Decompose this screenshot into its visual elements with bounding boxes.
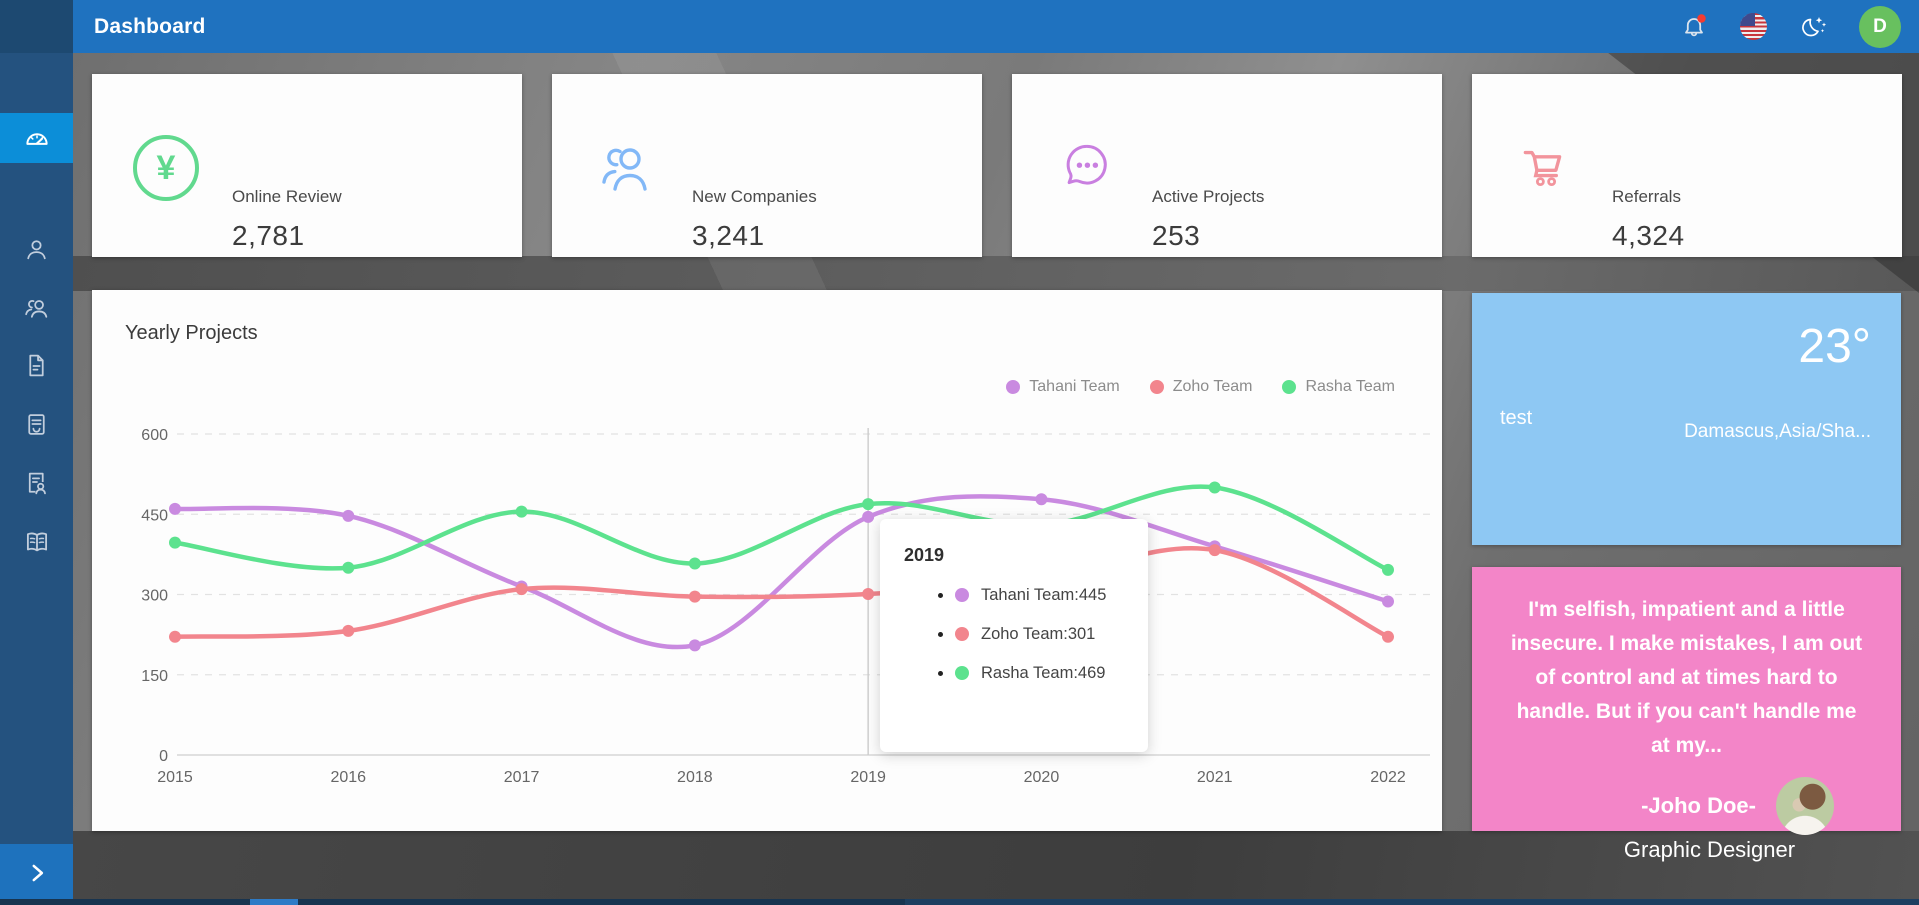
quote-text: I'm selfish, impatient and a little inse…: [1510, 593, 1863, 763]
users-icon: [22, 293, 51, 322]
chart-tooltip: 2019 Tahani Team:445 Zoho Team:301 Rasha…: [880, 519, 1148, 752]
sidebar-item-team[interactable]: [0, 282, 73, 332]
svg-text:2020: 2020: [1024, 769, 1060, 786]
bullet-icon: [938, 671, 943, 676]
tooltip-row: Tahani Team:445: [938, 584, 1124, 606]
legend-dot: [1150, 380, 1164, 394]
bullet-icon: [938, 632, 943, 637]
chevron-right-icon: [24, 860, 50, 886]
page-title: Dashboard: [94, 15, 206, 39]
svg-text:2019: 2019: [850, 769, 886, 786]
user-avatar[interactable]: D: [1859, 6, 1901, 48]
user-icon: [22, 235, 51, 264]
sidebar-item-cards[interactable]: [0, 399, 73, 449]
book-icon: [22, 527, 52, 557]
sidebar-expand-button[interactable]: [0, 844, 73, 901]
tooltip-year: 2019: [904, 545, 1124, 566]
legend-dot: [1006, 380, 1020, 394]
legend-item-rasha[interactable]: Rasha Team: [1282, 378, 1395, 396]
dashboard-gauge-icon: [22, 123, 52, 153]
us-flag-icon[interactable]: [1740, 13, 1767, 40]
weather-temperature: 23°: [1798, 319, 1871, 374]
stat-label: New Companies: [692, 187, 817, 207]
tooltip-row: Zoho Team:301: [938, 623, 1124, 645]
svg-text:0: 0: [159, 748, 168, 765]
svg-text:150: 150: [141, 668, 168, 685]
sidebar-item-library[interactable]: [0, 517, 73, 567]
svg-text:2022: 2022: [1370, 769, 1406, 786]
tooltip-row: Rasha Team:469: [938, 662, 1124, 684]
taskbar-segment: [905, 899, 1919, 905]
stat-value: 3,241: [692, 220, 765, 252]
chat-bubble-icon: [1056, 138, 1116, 198]
stat-card-active-projects: Active Projects 253: [1012, 74, 1442, 257]
svg-text:2015: 2015: [157, 769, 193, 786]
people-icon: [594, 136, 658, 200]
sidebar-item-profile[interactable]: [0, 224, 73, 274]
svg-text:450: 450: [141, 507, 168, 524]
stat-label: Active Projects: [1152, 187, 1264, 207]
sidebar-nav: [0, 53, 73, 905]
woman-portrait-photo: [1776, 777, 1834, 835]
moon-stars-icon: [1795, 10, 1829, 44]
quote-card: I'm selfish, impatient and a little inse…: [1472, 567, 1901, 831]
legend-item-tahani[interactable]: Tahani Team: [1006, 378, 1119, 396]
svg-text:2017: 2017: [504, 769, 540, 786]
svg-text:2018: 2018: [677, 769, 713, 786]
sidebar-item-reports[interactable]: [0, 458, 73, 508]
shopping-cart-icon: [1516, 138, 1576, 198]
taskbar-strip: [0, 899, 1919, 905]
stat-value: 253: [1152, 220, 1200, 252]
legend-dot: [1282, 380, 1296, 394]
stat-card-new-companies: New Companies 3,241: [552, 74, 982, 257]
sidebar-logo-block: [0, 0, 73, 53]
top-header-bar: Dashboard D: [73, 0, 1919, 53]
notifications-button[interactable]: [1678, 10, 1712, 44]
notification-badge: [1697, 14, 1705, 22]
dark-mode-toggle[interactable]: [1795, 10, 1829, 44]
svg-text:2021: 2021: [1197, 769, 1233, 786]
stat-value: 2,781: [232, 220, 305, 252]
bullet-icon: [938, 593, 943, 598]
dashboard-page: Dashboard D: [0, 0, 1919, 905]
card-list-icon: [22, 410, 51, 439]
quote-role: Graphic Designer: [1556, 837, 1863, 863]
stat-card-referrals: Referrals 4,324: [1472, 74, 1902, 257]
series-dot: [955, 627, 969, 641]
sidebar-item-documents[interactable]: [0, 340, 73, 390]
stat-card-online-review: ¥ Online Review 2,781: [92, 74, 522, 257]
legend-item-zoho[interactable]: Zoho Team: [1150, 378, 1253, 396]
stat-label: Online Review: [232, 187, 342, 207]
sidebar-item-dashboard[interactable]: [0, 113, 73, 163]
svg-text:600: 600: [141, 427, 168, 444]
svg-text:2016: 2016: [330, 769, 366, 786]
taskbar-highlight: [250, 899, 298, 905]
weather-location: Damascus,Asia/Sha...: [1684, 421, 1871, 443]
chart-title: Yearly Projects: [125, 322, 258, 345]
stat-label: Referrals: [1612, 187, 1681, 207]
svg-text:300: 300: [141, 588, 168, 605]
series-dot: [955, 666, 969, 680]
weather-card: 23° test Damascus,Asia/Sha...: [1472, 293, 1901, 545]
stat-value: 4,324: [1612, 220, 1685, 252]
bell-icon: [1679, 11, 1711, 43]
quote-author-row: -Joho Doe-: [1510, 777, 1863, 835]
quote-author: -Joho Doe-: [1641, 793, 1756, 819]
yearly-projects-chart[interactable]: 0 150 300 450 600 2015 2016 2017 2018 2019 2020 202…: [92, 290, 1442, 831]
document-icon: [22, 351, 51, 380]
weather-name: test: [1500, 407, 1532, 430]
yen-currency-icon: ¥: [133, 135, 199, 201]
yearly-projects-panel: 0 150 300 450 600 2015 2016 2017 2018 2019 2020 202…: [92, 290, 1442, 831]
report-user-icon: [22, 469, 51, 498]
chart-legend: Tahani Team Zoho Team Rasha Team: [1006, 378, 1395, 396]
series-dot: [955, 588, 969, 602]
